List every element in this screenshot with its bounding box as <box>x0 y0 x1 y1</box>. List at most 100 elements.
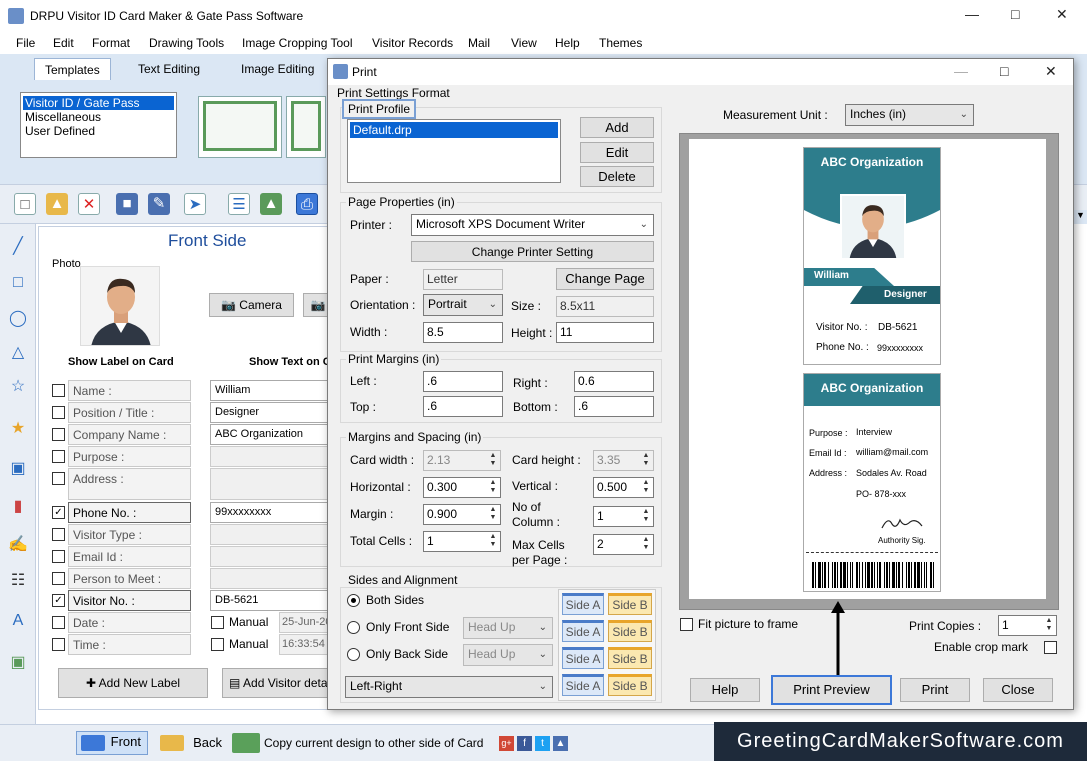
enable-crop-mark-checkbox[interactable]: Enable crop mark <box>934 640 1058 656</box>
left-margin-input[interactable]: .6 <box>423 371 503 392</box>
line-tool-icon[interactable]: ╱ <box>7 236 29 258</box>
margin-input[interactable]: 0.900 ▲ ▼ <box>423 504 501 525</box>
help-button[interactable]: Help <box>690 678 760 702</box>
shapes-tool-icon[interactable]: ★ <box>7 418 29 440</box>
category-user-defined[interactable]: User Defined <box>21 124 176 138</box>
side-layout-4-b[interactable]: Side B <box>608 674 652 696</box>
print-copies-input[interactable]: 1 ▲ ▼ <box>998 615 1057 636</box>
show-label-checkbox[interactable] <box>52 572 65 585</box>
right-margin-input[interactable]: 0.6 <box>574 371 654 392</box>
template-thumbnail[interactable] <box>286 96 326 158</box>
close-file-icon[interactable]: ✕ <box>78 193 100 215</box>
properties-icon[interactable]: ☰ <box>228 193 250 215</box>
image-icon[interactable]: ▲ <box>260 193 282 215</box>
total-cells-input[interactable]: 1 ▲ ▼ <box>423 531 501 552</box>
star-tool-icon[interactable]: ☆ <box>7 376 29 398</box>
spinner-icon[interactable]: ▲ ▼ <box>640 479 652 496</box>
menu-help[interactable]: Help <box>555 36 580 50</box>
like-icon[interactable]: ▲ <box>553 736 568 751</box>
show-label-checkbox[interactable] <box>52 616 65 629</box>
tab-templates[interactable]: Templates <box>34 58 111 80</box>
category-visitor-id[interactable]: Visitor ID / Gate Pass <box>23 96 174 110</box>
spinner-icon[interactable]: ▲ ▼ <box>1043 617 1055 634</box>
side-layout-4-a[interactable]: Side A <box>562 674 604 696</box>
show-label-checkbox[interactable]: ✓ <box>52 594 65 607</box>
profile-default[interactable]: Default.drp <box>350 122 558 138</box>
google-plus-icon[interactable]: g+ <box>499 736 514 751</box>
profile-list[interactable]: Default.drp <box>347 119 561 183</box>
side-layout-2-b[interactable]: Side B <box>608 620 652 642</box>
minimize-icon[interactable]: — <box>965 6 979 22</box>
change-printer-setting-button[interactable]: Change Printer Setting <box>411 241 654 262</box>
tab-text-editing[interactable]: Text Editing <box>128 58 210 80</box>
save-icon[interactable]: ■ <box>116 193 138 215</box>
max-cells-input[interactable]: 2 ▲ ▼ <box>593 534 654 555</box>
spinner-icon[interactable]: ▲ ▼ <box>487 533 499 550</box>
menu-file[interactable]: File <box>16 36 35 50</box>
field-value-input[interactable]: William <box>210 380 330 401</box>
text-tool-icon[interactable]: A <box>7 610 29 632</box>
delete-profile-button[interactable]: Delete <box>580 166 654 187</box>
menu-format[interactable]: Format <box>92 36 130 50</box>
maximize-icon[interactable]: □ <box>1011 6 1019 22</box>
width-input[interactable]: 8.5 <box>423 322 503 343</box>
measurement-unit-select[interactable]: Inches (in) ⌄ <box>845 104 974 126</box>
spinner-icon[interactable]: ▲ ▼ <box>640 508 652 525</box>
show-label-checkbox[interactable]: ✓ <box>52 506 65 519</box>
export-icon[interactable]: ➤ <box>184 193 206 215</box>
manual-checkbox[interactable] <box>211 616 224 629</box>
horizontal-input[interactable]: 0.300 ▲ ▼ <box>423 477 501 498</box>
save-as-icon[interactable]: ✎ <box>148 193 170 215</box>
ribbon-scroll[interactable]: ▼ <box>1074 210 1087 224</box>
printer-select[interactable]: Microsoft XPS Document Writer ⌄ <box>411 214 654 236</box>
new-file-icon[interactable]: □ <box>14 193 36 215</box>
top-margin-input[interactable]: .6 <box>423 396 503 417</box>
side-layout-1-b[interactable]: Side B <box>608 593 652 615</box>
dialog-close-icon[interactable]: ✕ <box>1045 63 1057 80</box>
photo-box[interactable] <box>80 266 160 346</box>
open-folder-icon[interactable]: ▲ <box>46 193 68 215</box>
menu-edit[interactable]: Edit <box>53 36 74 50</box>
menu-mail[interactable]: Mail <box>468 36 490 50</box>
dialog-minimize-icon[interactable]: — <box>954 63 968 79</box>
show-label-checkbox[interactable] <box>52 638 65 651</box>
menu-themes[interactable]: Themes <box>599 36 642 50</box>
spinner-icon[interactable]: ▲ ▼ <box>640 536 652 553</box>
alignment-select[interactable]: Left-Right ⌄ <box>345 676 553 698</box>
side-layout-3-a[interactable]: Side A <box>562 647 604 669</box>
add-visitor-details-button[interactable]: ▤ Add Visitor detai <box>222 668 332 698</box>
side-layout-1-a[interactable]: Side A <box>562 593 604 615</box>
side-layout-3-b[interactable]: Side B <box>608 647 652 669</box>
category-miscellaneous[interactable]: Miscellaneous <box>21 110 176 124</box>
manual-checkbox[interactable] <box>211 638 224 651</box>
bottom-margin-input[interactable]: .6 <box>574 396 654 417</box>
show-label-checkbox[interactable] <box>52 472 65 485</box>
rectangle-tool-icon[interactable]: □ <box>7 272 29 294</box>
copy-design-button[interactable]: Copy current design to other side of Car… <box>230 731 483 755</box>
template-thumbnail[interactable] <box>198 96 282 158</box>
change-page-button[interactable]: Change Page <box>556 268 654 290</box>
picture-tool-icon[interactable]: ▣ <box>7 458 29 480</box>
field-value-input[interactable]: Designer <box>210 402 330 423</box>
barcode-tool-icon[interactable]: ☷ <box>7 570 29 592</box>
menu-drawing-tools[interactable]: Drawing Tools <box>149 36 224 50</box>
image-tool-icon[interactable]: ▣ <box>7 652 29 674</box>
height-input[interactable]: 11 <box>556 322 654 343</box>
close-button[interactable]: Close <box>983 678 1053 702</box>
vertical-input[interactable]: 0.500 ▲ ▼ <box>593 477 654 498</box>
spinner-icon[interactable]: ▲ ▼ <box>487 479 499 496</box>
print-preview-button[interactable]: Print Preview <box>771 675 892 705</box>
menu-visitor-records[interactable]: Visitor Records <box>372 36 453 50</box>
print-button[interactable]: Print <box>900 678 970 702</box>
add-profile-button[interactable]: Add <box>580 117 654 138</box>
triangle-tool-icon[interactable]: △ <box>7 342 29 364</box>
show-label-checkbox[interactable] <box>52 406 65 419</box>
orientation-select[interactable]: Portrait ⌄ <box>423 294 503 316</box>
show-label-checkbox[interactable] <box>52 428 65 441</box>
field-value-input[interactable]: DB-5621 <box>210 590 330 611</box>
menu-view[interactable]: View <box>511 36 537 50</box>
print-icon[interactable]: ⎙ <box>296 193 318 215</box>
field-value-input[interactable]: 99xxxxxxxx <box>210 502 330 523</box>
camera-button[interactable]: 📷 Camera <box>209 293 294 317</box>
dialog-maximize-icon[interactable]: □ <box>1000 63 1008 79</box>
